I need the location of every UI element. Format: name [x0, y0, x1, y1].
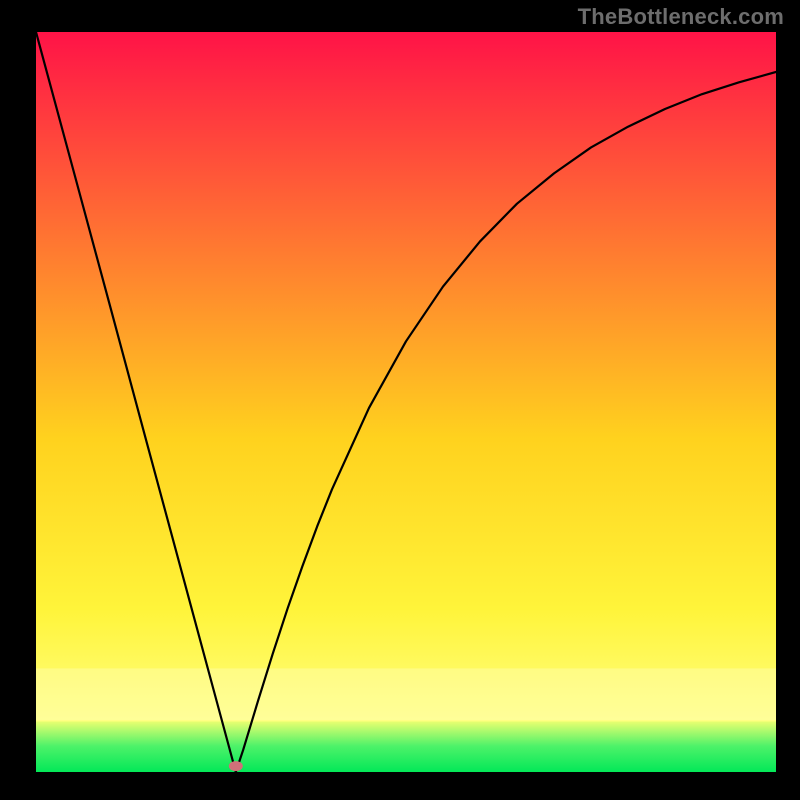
yellow-overlay-bar — [36, 668, 776, 720]
chart-frame: TheBottleneck.com — [0, 0, 800, 800]
plot-area — [36, 32, 776, 772]
gradient-background — [36, 32, 776, 772]
watermark-text: TheBottleneck.com — [578, 4, 784, 30]
chart-svg — [36, 32, 776, 772]
min-marker — [229, 761, 243, 771]
